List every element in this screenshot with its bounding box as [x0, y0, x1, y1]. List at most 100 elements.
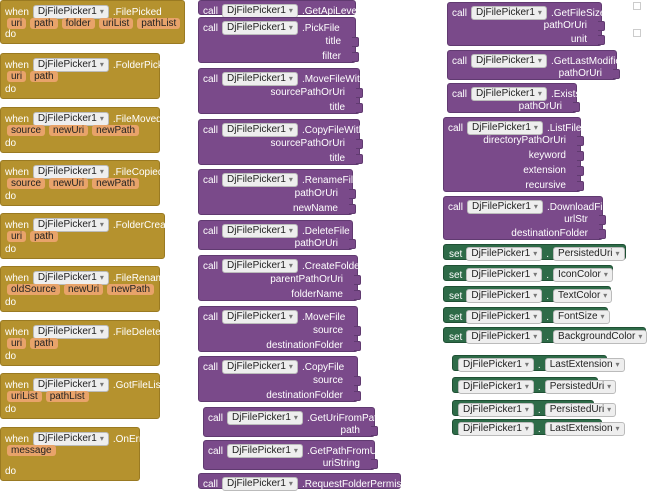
param-path[interactable]: path — [30, 71, 58, 82]
call-block-movefile[interactable]: call DjFilePicker1 ▾ .MoveFile source desti… — [198, 306, 361, 352]
property-dropdown[interactable]: LastExtension ▾ — [544, 422, 625, 436]
socket-source[interactable] — [354, 376, 361, 386]
socket-foldername[interactable] — [354, 290, 361, 300]
param-newuri[interactable]: newUri — [49, 125, 89, 136]
component-dropdown[interactable]: DjFilePicker1 ▾ — [471, 87, 547, 101]
component-dropdown[interactable]: DjFilePicker1 ▾ — [466, 310, 543, 324]
socket-pathoruri[interactable] — [573, 102, 580, 112]
socket-destinationfolder[interactable] — [354, 391, 361, 401]
event-block-foldercreated[interactable]: when DjFilePicker1 ▾ .FolderCreated uri path… — [0, 213, 180, 259]
event-block-filedeleted[interactable]: when DjFilePicker1 ▾ .FileDeleted uri path d… — [0, 320, 166, 366]
get-block-lastextension[interactable]: DjFilePicker1 ▾. LastExtension ▾ — [452, 355, 625, 372]
call-block-geturifrompath[interactable]: call DjFilePicker1 ▾ .GetUriFromPath path — [203, 407, 383, 437]
socket-uristring[interactable] — [371, 459, 378, 469]
call-block-getfilesize[interactable]: call DjFilePicker1 ▾ .GetFileSize pathOrUri… — [447, 2, 605, 46]
property-dropdown[interactable]: IconColor ▾ — [553, 268, 613, 282]
call-block-createfolder[interactable]: call DjFilePicker1 ▾ .CreateFolder parentPa… — [198, 255, 363, 301]
property-dropdown[interactable]: TextColor ▾ — [553, 289, 613, 303]
component-dropdown[interactable]: DjFilePicker1 ▾ — [471, 6, 547, 20]
param-pathlist[interactable]: pathList — [45, 391, 89, 402]
socket-sourcepathoruri[interactable] — [356, 139, 363, 149]
event-block-filerenamed[interactable]: when DjFilePicker1 ▾ .FileRenamed oldSource… — [0, 266, 175, 312]
socket-title[interactable] — [356, 103, 363, 113]
event-block-filemoved[interactable]: when DjFilePicker1 ▾ .FileMoved source newUr… — [0, 107, 162, 153]
component-dropdown[interactable]: DjFilePicker1 ▾ — [32, 378, 109, 392]
component-dropdown[interactable]: DjFilePicker1 ▾ — [222, 259, 298, 273]
component-dropdown[interactable]: DjFilePicker1 ▾ — [222, 123, 298, 137]
param-newuri[interactable]: newUri — [64, 284, 104, 295]
param-source[interactable]: source — [7, 125, 46, 136]
param-source[interactable]: source — [7, 178, 46, 189]
get-block-lastextension[interactable]: DjFilePicker1 ▾. LastExtension ▾ — [452, 419, 625, 436]
param-newpath[interactable]: newPath — [92, 178, 140, 189]
socket-unit[interactable] — [598, 35, 605, 45]
socket-extension[interactable] — [577, 166, 584, 176]
component-dropdown[interactable]: DjFilePicker1 ▾ — [227, 444, 303, 458]
param-path[interactable]: path — [30, 231, 58, 242]
component-dropdown[interactable]: DjFilePicker1 ▾ — [222, 4, 298, 18]
component-dropdown[interactable]: DjFilePicker1 ▾ — [32, 58, 109, 72]
property-dropdown[interactable]: PersistedUri ▾ — [553, 247, 625, 261]
set-block-backgroundcolor[interactable]: set DjFilePicker1 ▾. BackgroundColor ▾ to — [443, 327, 660, 344]
component-dropdown[interactable]: DjFilePicker1 ▾ — [32, 218, 109, 232]
call-block-pickfile[interactable]: call DjFilePicker1 ▾ .PickFile title filter — [198, 17, 359, 63]
param-newuri[interactable]: newUri — [49, 178, 89, 189]
socket-urlstr[interactable] — [599, 215, 606, 225]
event-block-filepicked[interactable]: when DjFilePicker1 ▾ .FilePicked uri path fol… — [0, 0, 185, 44]
socket-pathoruri[interactable] — [613, 69, 620, 79]
call-block-exists[interactable]: call DjFilePicker1 ▾ .Exists pathOrUri — [447, 83, 580, 113]
set-block-fontsize[interactable]: set DjFilePicker1 ▾. FontSize ▾ to — [443, 307, 622, 324]
component-dropdown[interactable]: DjFilePicker1 ▾ — [467, 200, 543, 214]
component-dropdown[interactable]: DjFilePicker1 ▾ — [222, 224, 298, 238]
property-dropdown[interactable]: BackgroundColor ▾ — [553, 330, 648, 344]
socket-keyword[interactable] — [577, 151, 584, 161]
call-block-getapilevel[interactable]: call DjFilePicker1 ▾ .GetApiLevel — [198, 0, 359, 18]
call-block-downloadfile[interactable]: call DjFilePicker1 ▾ .DownloadFile urlStr d… — [443, 196, 610, 240]
param-pathlist[interactable]: pathList — [137, 18, 181, 29]
param-message[interactable]: message — [7, 445, 56, 456]
socket-pathoruri[interactable] — [598, 21, 605, 31]
component-dropdown[interactable]: DjFilePicker1 ▾ — [471, 54, 547, 68]
param-newpath[interactable]: newPath — [107, 284, 155, 295]
socket-title[interactable] — [356, 154, 363, 164]
param-uri[interactable]: uri — [7, 338, 27, 349]
param-path[interactable]: path — [30, 18, 58, 29]
socket-title[interactable] — [352, 37, 359, 47]
component-dropdown[interactable]: DjFilePicker1 ▾ — [32, 5, 109, 19]
event-block-filecopied[interactable]: when DjFilePicker1 ▾ .FileCopied source newU… — [0, 160, 163, 206]
socket-directorypathoruri[interactable] — [577, 136, 584, 146]
param-uri[interactable]: uri — [7, 18, 27, 29]
property-dropdown[interactable]: FontSize ▾ — [553, 310, 610, 324]
set-block-textcolor[interactable]: set DjFilePicker1 ▾. TextColor ▾ to — [443, 286, 625, 303]
socket-pathoruri[interactable] — [349, 189, 356, 199]
component-dropdown[interactable]: DjFilePicker1 ▾ — [222, 21, 298, 35]
component-dropdown[interactable]: DjFilePicker1 ▾ — [32, 432, 109, 446]
call-block-renamefile[interactable]: call DjFilePicker1 ▾ .RenameFile pathOrUri … — [198, 169, 359, 215]
component-dropdown[interactable]: DjFilePicker1 ▾ — [32, 112, 109, 126]
call-block-movefilewithui[interactable]: call DjFilePicker1 ▾ .MoveFileWithUI source… — [198, 68, 375, 114]
param-oldsource[interactable]: oldSource — [7, 284, 61, 295]
component-dropdown[interactable]: DjFilePicker1 ▾ — [222, 310, 298, 324]
param-urilist[interactable]: uriList — [7, 391, 42, 402]
param-uri[interactable]: uri — [7, 71, 27, 82]
socket-source[interactable] — [354, 326, 361, 336]
event-block-onerror[interactable]: when DjFilePicker1 ▾ .OnError message do — [0, 427, 151, 481]
socket-sourcepathoruri[interactable] — [356, 88, 363, 98]
get-block-persisteduri[interactable]: DjFilePicker1 ▾. PersistedUri ▾ — [452, 400, 617, 417]
socket-recursive[interactable] — [577, 181, 584, 191]
call-block-getpathfromuri[interactable]: call DjFilePicker1 ▾ .GetPathFromUri uriStr… — [203, 440, 383, 470]
component-dropdown[interactable]: DjFilePicker1 ▾ — [227, 411, 303, 425]
call-block-copyfile[interactable]: call DjFilePicker1 ▾ .CopyFile source desti… — [198, 356, 361, 402]
call-block-requestfolderpermission[interactable]: call DjFilePicker1 ▾ .RequestFolderPermissi… — [198, 473, 420, 491]
param-uri[interactable]: uri — [7, 231, 27, 242]
component-dropdown[interactable]: DjFilePicker1 ▾ — [32, 165, 109, 179]
component-dropdown[interactable]: DjFilePicker1 ▾ — [458, 380, 534, 394]
component-dropdown[interactable]: DjFilePicker1 ▾ — [466, 247, 543, 261]
socket-newname[interactable] — [349, 204, 356, 214]
param-urilist[interactable]: uriList — [98, 18, 134, 29]
property-dropdown[interactable]: PersistedUri ▾ — [544, 403, 617, 417]
component-dropdown[interactable]: DjFilePicker1 ▾ — [466, 268, 543, 282]
socket-path[interactable] — [371, 426, 378, 436]
socket-destinationfolder[interactable] — [599, 229, 606, 239]
component-dropdown[interactable]: DjFilePicker1 ▾ — [32, 325, 109, 339]
